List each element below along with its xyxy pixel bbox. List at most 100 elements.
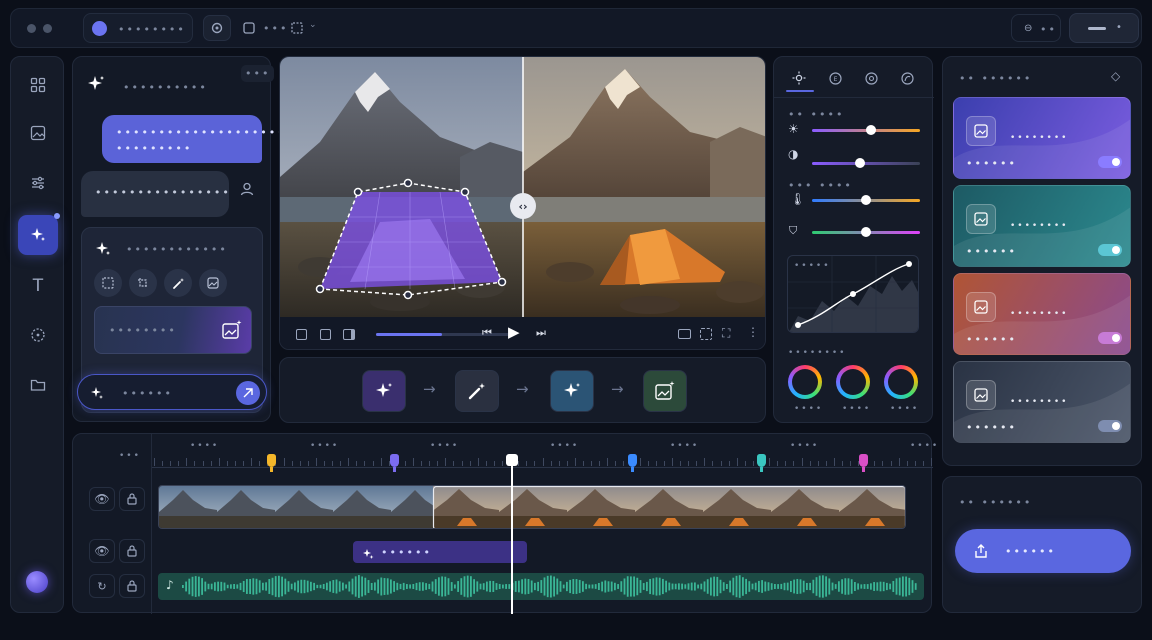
color-wheel-highlights[interactable] — [884, 365, 918, 399]
select-tool-button[interactable] — [287, 15, 307, 41]
account-button[interactable]: • — [1069, 13, 1139, 43]
tab-curves[interactable] — [896, 67, 918, 89]
slider-knob[interactable] — [866, 125, 877, 135]
color-wheel-shadows[interactable] — [788, 365, 822, 399]
slider-row-contrast[interactable]: ◑ — [786, 146, 926, 168]
generate-preview-card[interactable]: •••••••• — [94, 306, 252, 354]
user-avatar[interactable] — [26, 571, 48, 593]
split-icon[interactable] — [343, 329, 355, 340]
export-button[interactable]: •••••• — [955, 529, 1131, 573]
project-selector[interactable]: •••••••• — [83, 13, 193, 43]
sidebar-item-adjust[interactable] — [24, 169, 52, 197]
play-icon[interactable]: ▶ — [508, 323, 520, 341]
ruler-tick — [283, 458, 285, 466]
timeline-marker[interactable] — [858, 454, 868, 472]
workflow-step-1[interactable] — [362, 370, 406, 412]
more-icon[interactable]: ⋮ — [747, 325, 759, 339]
color-wheel-midtones[interactable] — [836, 365, 870, 399]
layers-button[interactable] — [239, 15, 259, 41]
send-button[interactable] — [236, 381, 260, 405]
canvas[interactable]: ‹› — [280, 57, 765, 317]
sidebar-item-image[interactable] — [24, 119, 52, 147]
magic-wand-chip[interactable] — [164, 269, 192, 297]
playhead[interactable] — [506, 454, 519, 614]
waveform-bar — [524, 578, 527, 595]
assistant-input-bar[interactable]: •••••• — [77, 374, 267, 410]
lock-toggle[interactable] — [119, 539, 145, 563]
skip-forward-icon[interactable]: ⏭ — [536, 326, 546, 340]
eye-icon: 👁 — [94, 492, 110, 506]
crop-tool-chip[interactable] — [129, 269, 157, 297]
ruler-tick — [477, 458, 479, 466]
curves-editor[interactable]: ••••• — [787, 255, 919, 333]
image-tool-chip[interactable] — [199, 269, 227, 297]
slider-row-temperature[interactable]: 🌡 — [786, 191, 926, 209]
ruler-tick — [429, 461, 431, 466]
style-card[interactable]: •••••••• •••••• — [953, 273, 1131, 355]
tab-exposure[interactable]: E — [824, 67, 846, 89]
tab-light[interactable] — [788, 67, 810, 89]
waveform-bar — [873, 582, 875, 591]
waveform-bar — [834, 584, 837, 589]
waveform-bar — [431, 581, 434, 592]
timeline-marker[interactable] — [267, 454, 277, 472]
workflow-step-2[interactable] — [455, 370, 499, 412]
slider-knob[interactable] — [861, 195, 871, 205]
timeline-marker[interactable] — [757, 454, 767, 472]
timeline-marker[interactable] — [390, 454, 400, 472]
slider-knob[interactable] — [861, 227, 871, 237]
style-toggle[interactable] — [1098, 332, 1122, 344]
image-sparkle-icon — [655, 381, 675, 400]
audio-clip[interactable]: ♪ — [158, 573, 924, 600]
chevron-down-icon[interactable]: ⌄ — [309, 20, 317, 30]
sidebar-item-grid[interactable] — [24, 71, 52, 99]
select-tool-chip[interactable] — [94, 269, 122, 297]
waveform-bar — [380, 577, 383, 596]
style-toggle[interactable] — [1098, 156, 1122, 168]
crop-icon[interactable] — [320, 329, 331, 340]
fullscreen-icon[interactable]: ⛶ — [722, 326, 730, 341]
frame-icon[interactable] — [296, 329, 307, 340]
style-card[interactable]: •••••••• •••••• — [953, 97, 1131, 179]
progress-track[interactable] — [376, 333, 514, 336]
slider-row-brightness[interactable]: ☀ — [786, 121, 926, 139]
waveform-bar — [783, 582, 786, 591]
visibility-toggle[interactable]: 👁 — [89, 539, 115, 563]
style-card[interactable]: •••••••• •••••• — [953, 361, 1131, 443]
timeline-marker[interactable] — [627, 454, 637, 472]
lock-toggle[interactable] — [119, 487, 145, 511]
assistant-menu-button[interactable]: ••• — [241, 65, 275, 82]
video-clip[interactable] — [158, 485, 906, 529]
waveform-bar — [604, 580, 607, 593]
fit-icon[interactable] — [700, 328, 712, 340]
ai-effect-clip[interactable]: •••••• — [353, 541, 527, 563]
skip-back-icon[interactable]: ⏮ — [482, 326, 492, 340]
slider-row-tint[interactable]: ⛉ — [786, 223, 926, 241]
waveform-bar — [751, 583, 754, 590]
timeline-ruler[interactable]: •••• •••• •••• •••• •••• •••• •••• — [152, 434, 937, 472]
window-close-dot[interactable] — [27, 24, 36, 33]
workflow-step-4[interactable] — [643, 370, 687, 412]
waveform-bar — [399, 583, 402, 590]
sidebar-item-folder[interactable] — [24, 371, 52, 399]
tab-color[interactable] — [860, 67, 882, 89]
ruler-tick — [291, 461, 293, 466]
aspect-icon[interactable] — [678, 329, 691, 339]
visibility-toggle[interactable]: 👁 — [89, 487, 115, 511]
window-minimize-dot[interactable] — [43, 24, 52, 33]
link-button[interactable]: ⊖ •• — [1011, 14, 1061, 42]
slider-knob[interactable] — [854, 158, 865, 168]
workflow-step-3[interactable] — [550, 370, 594, 412]
sidebar-item-target[interactable] — [24, 321, 52, 349]
waveform-bar — [370, 582, 373, 591]
sidebar-item-ai[interactable] — [18, 213, 60, 255]
compare-handle[interactable]: ‹› — [510, 193, 536, 219]
diamond-icon[interactable]: ◇ — [1111, 69, 1120, 83]
lock-toggle[interactable] — [119, 574, 145, 598]
sidebar-item-text[interactable]: T — [24, 272, 52, 300]
style-toggle[interactable] — [1098, 244, 1122, 256]
style-toggle[interactable] — [1098, 420, 1122, 432]
audio-toggle[interactable]: ↻ — [89, 574, 115, 598]
style-card[interactable]: •••••••• •••••• — [953, 185, 1131, 267]
magic-tool-button[interactable] — [203, 15, 231, 41]
